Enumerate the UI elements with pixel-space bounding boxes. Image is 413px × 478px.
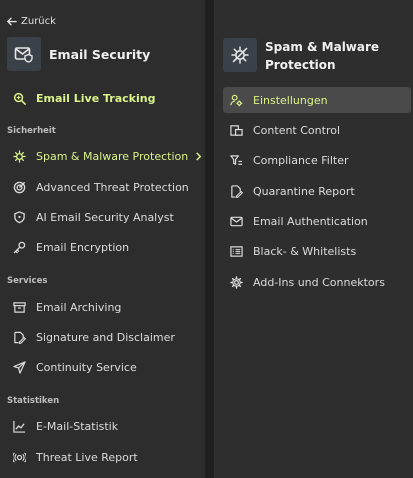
sidebar-item-archiving[interactable]: Email Archiving	[0, 295, 205, 319]
chevron-right-icon	[196, 151, 202, 161]
menu-item-label: Email Authentication	[253, 214, 368, 228]
sidebar-item-ai-analyst[interactable]: AI Email Security Analyst	[0, 205, 205, 229]
sidebar-item-label: Advanced Threat Protection	[36, 180, 189, 194]
submenu-header: Spam & Malware Protection	[223, 38, 385, 74]
virus-icon	[223, 38, 257, 72]
chart-icon	[12, 419, 26, 433]
menu-item-compliance-filter[interactable]: Compliance Filter	[223, 147, 411, 173]
menu-item-black-whitelists[interactable]: Black- & Whitelists	[223, 238, 411, 264]
send-icon	[12, 360, 26, 374]
signature-icon	[12, 330, 26, 344]
sidebar-item-continuity[interactable]: Continuity Service	[0, 355, 205, 379]
live-icon	[12, 450, 26, 464]
menu-item-quarantine-report[interactable]: Quarantine Report	[223, 178, 411, 204]
sidebar-item-encryption[interactable]: Email Encryption	[0, 235, 205, 259]
left-navigation: Zurück Email Security Email Live Trackin…	[0, 0, 205, 478]
menu-item-einstellungen[interactable]: Einstellungen	[223, 87, 411, 113]
menu-item-label: Add-Ins und Connektors	[253, 275, 385, 289]
menu-item-label: Einstellungen	[253, 93, 328, 107]
back-label: Zurück	[21, 15, 56, 27]
shield-icon	[12, 210, 26, 224]
menu-item-label: Content Control	[253, 123, 341, 137]
filter-icon	[229, 153, 243, 167]
archive-icon	[12, 300, 26, 314]
menu-item-email-authentication[interactable]: Email Authentication	[223, 208, 411, 234]
sidebar-item-threat-live[interactable]: Threat Live Report	[0, 445, 205, 469]
product-header: Email Security	[7, 37, 150, 71]
sidebar-item-label: Email Archiving	[36, 300, 122, 314]
report-icon	[229, 184, 243, 198]
panel-divider	[205, 0, 214, 478]
sidebar-item-advanced-threat[interactable]: Advanced Threat Protection	[0, 175, 205, 199]
search-live-icon	[12, 91, 26, 105]
email-security-icon	[7, 37, 41, 71]
sidebar-item-spam-malware[interactable]: Spam & Malware Protection	[0, 144, 205, 168]
mail-check-icon	[229, 214, 243, 228]
user-settings-icon	[229, 93, 243, 107]
virus-icon	[12, 149, 26, 163]
sidebar-item-label: E-Mail-Statistik	[36, 419, 119, 433]
menu-item-add-ins[interactable]: Add-Ins und Connektors	[223, 269, 411, 295]
menu-item-content-control[interactable]: Content Control	[223, 117, 411, 143]
sidebar-item-signature[interactable]: Signature and Disclaimer	[0, 325, 205, 349]
gear-icon	[229, 275, 243, 289]
email-live-tracking-item[interactable]: Email Live Tracking	[0, 86, 205, 110]
sidebar-item-label: Continuity Service	[36, 360, 137, 374]
menu-item-label: Black- & Whitelists	[253, 244, 357, 258]
back-link[interactable]: Zurück	[6, 13, 56, 29]
submenu-title: Spam & Malware Protection	[265, 40, 380, 72]
sidebar-item-label: Email Encryption	[36, 240, 130, 254]
email-live-tracking-label: Email Live Tracking	[36, 91, 156, 105]
section-sicherheit: Sicherheit	[7, 126, 56, 136]
section-statistiken: Statistiken	[7, 396, 60, 406]
sidebar-item-label: Threat Live Report	[36, 450, 138, 464]
content-icon	[229, 123, 243, 137]
section-services: Services	[7, 276, 48, 286]
target-icon	[12, 180, 26, 194]
sidebar-item-label: AI Email Security Analyst	[36, 210, 174, 224]
sidebar-item-label: Spam & Malware Protection	[36, 149, 189, 163]
submenu-panel: Spam & Malware Protection Einstellungen …	[214, 0, 413, 478]
list-icon	[229, 244, 243, 258]
sidebar-item-statistik[interactable]: E-Mail-Statistik	[0, 414, 205, 438]
key-icon	[12, 240, 26, 254]
menu-item-label: Compliance Filter	[253, 153, 349, 167]
arrow-left-icon	[6, 17, 17, 25]
page-title: Email Security	[49, 46, 151, 62]
menu-item-label: Quarantine Report	[253, 184, 355, 198]
sidebar-item-label: Signature and Disclaimer	[36, 330, 175, 344]
